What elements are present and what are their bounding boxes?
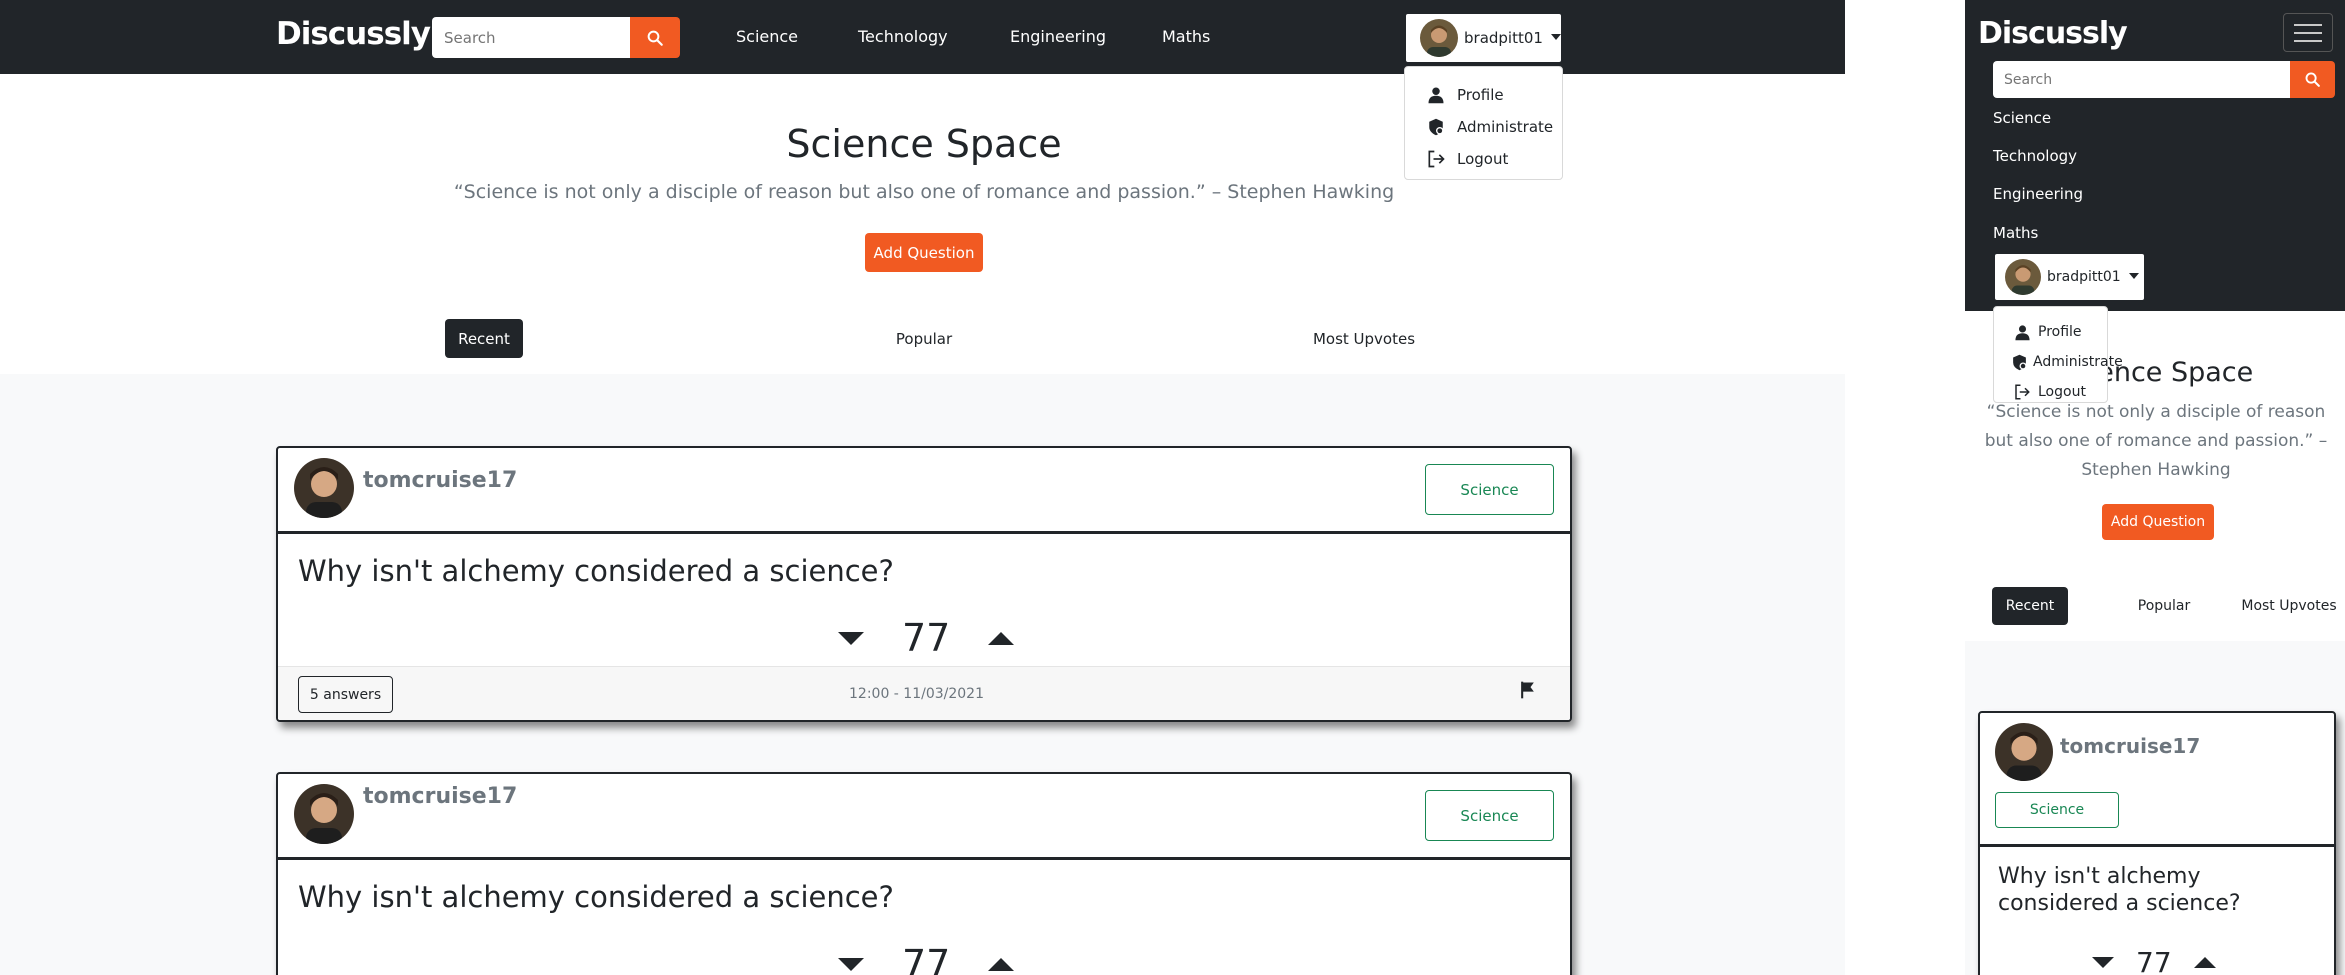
card-header: tomcruise17 Science xyxy=(1980,713,2334,847)
question-card[interactable]: tomcruise17 Science Why isn't alchemy co… xyxy=(1978,711,2336,975)
upvote-icon[interactable] xyxy=(2193,957,2216,968)
search-bar xyxy=(432,17,680,58)
question-title[interactable]: Why isn't alchemy considered a science? xyxy=(1998,863,2323,917)
search-icon xyxy=(647,30,663,46)
nav-link-technology[interactable]: Technology xyxy=(858,27,948,46)
chevron-down-icon xyxy=(2128,273,2139,279)
vote-count: 77 xyxy=(902,616,951,660)
tab-recent[interactable]: Recent xyxy=(1992,587,2068,625)
nav-link-technology[interactable]: Technology xyxy=(1993,147,2077,165)
menu-item-logout[interactable]: Logout xyxy=(1405,143,1562,175)
menu-item-label: Logout xyxy=(2038,384,2086,400)
menu-item-label: Administrate xyxy=(1457,118,1554,136)
hamburger-icon[interactable] xyxy=(2283,13,2333,52)
menu-item-label: Logout xyxy=(1457,150,1509,168)
question-title[interactable]: Why isn't alchemy considered a science? xyxy=(298,554,894,588)
avatar xyxy=(2005,259,2041,295)
person-icon xyxy=(1425,84,1447,106)
hero-section: Science Space “Science is not only a dis… xyxy=(0,74,1845,374)
vote-control: 77 xyxy=(2092,946,2216,975)
question-author[interactable]: tomcruise17 xyxy=(363,784,517,809)
brand-logo[interactable]: Discussly xyxy=(276,16,431,52)
menu-item-administrate[interactable]: Administrate xyxy=(1994,347,2123,377)
avatar xyxy=(294,458,354,518)
menu-item-label: Administrate xyxy=(2033,354,2123,370)
tab-popular[interactable]: Popular xyxy=(882,319,966,358)
category-tag-button[interactable]: Science xyxy=(1425,790,1554,841)
page-title: Science Space xyxy=(786,122,1062,166)
logout-icon xyxy=(2011,381,2033,403)
upvote-icon[interactable] xyxy=(988,631,1015,645)
question-timestamp: 12:00 - 11/03/2021 xyxy=(849,686,984,702)
question-card[interactable]: tomcruise17 Science Why isn't alchemy co… xyxy=(276,446,1572,722)
question-author[interactable]: tomcruise17 xyxy=(2060,734,2200,758)
user-dropdown-button[interactable]: bradpitt01 xyxy=(1404,12,1563,64)
tab-most-upvotes[interactable]: Most Upvotes xyxy=(1304,319,1424,358)
category-tag-button[interactable]: Science xyxy=(1995,792,2119,828)
username: bradpitt01 xyxy=(1464,29,1543,47)
card-header: tomcruise17 Science xyxy=(278,774,1570,860)
nav-link-science[interactable]: Science xyxy=(1993,109,2051,127)
mobile-view: Discussly Science Technology Engineering… xyxy=(1965,0,2345,975)
user-dropdown-button[interactable]: bradpitt01 xyxy=(1993,252,2146,302)
menu-item-logout[interactable]: Logout xyxy=(1994,377,2107,407)
nav-link-maths[interactable]: Maths xyxy=(1993,224,2038,242)
user-dropdown-menu: Profile Administrate Logout xyxy=(1993,306,2123,403)
chevron-down-icon xyxy=(1550,34,1561,40)
search-bar xyxy=(1993,61,2335,98)
add-question-button[interactable]: Add Question xyxy=(865,233,983,272)
logout-icon xyxy=(1425,148,1447,170)
add-question-button[interactable]: Add Question xyxy=(2102,504,2214,540)
page-quote: “Science is not only a disciple of reaso… xyxy=(453,181,1395,203)
nav-link-engineering[interactable]: Engineering xyxy=(1993,185,2083,203)
question-author[interactable]: tomcruise17 xyxy=(363,468,517,493)
shield-icon xyxy=(1425,116,1447,138)
menu-item-administrate[interactable]: Administrate xyxy=(1405,111,1562,143)
search-button[interactable] xyxy=(630,17,680,58)
username: bradpitt01 xyxy=(2047,269,2121,285)
nav-link-science[interactable]: Science xyxy=(736,27,798,46)
search-input[interactable] xyxy=(1993,61,2290,98)
desktop-view: Discussly Science Technology Engineering… xyxy=(0,0,1845,975)
flag-icon[interactable] xyxy=(1518,680,1538,704)
nav-link-maths[interactable]: Maths xyxy=(1162,27,1210,46)
upvote-icon[interactable] xyxy=(988,957,1015,971)
tab-recent[interactable]: Recent xyxy=(445,319,523,358)
menu-item-label: Profile xyxy=(2038,324,2082,340)
question-card[interactable]: tomcruise17 Science Why isn't alchemy co… xyxy=(276,772,1572,975)
user-dropdown-menu: Profile Administrate Logout xyxy=(1404,66,1563,180)
vote-control: 77 xyxy=(838,616,1015,660)
search-button[interactable] xyxy=(2290,61,2335,98)
card-footer: 5 answers 12:00 - 11/03/2021 xyxy=(278,666,1570,720)
navbar: Discussly Science Technology Engineering… xyxy=(0,0,1845,74)
answers-button[interactable]: 5 answers xyxy=(298,676,393,713)
menu-item-profile[interactable]: Profile xyxy=(1994,317,2107,347)
downvote-icon[interactable] xyxy=(2092,957,2114,968)
avatar xyxy=(1995,723,2053,781)
search-input[interactable] xyxy=(432,17,630,58)
category-tag-button[interactable]: Science xyxy=(1425,464,1554,515)
tab-most-upvotes[interactable]: Most Upvotes xyxy=(2237,587,2341,625)
card-header: tomcruise17 Science xyxy=(278,448,1570,534)
shield-icon xyxy=(2011,351,2028,373)
vote-control: 77 xyxy=(838,942,1015,975)
downvote-icon[interactable] xyxy=(838,957,864,971)
downvote-icon[interactable] xyxy=(838,631,864,645)
brand-logo[interactable]: Discussly xyxy=(1978,16,2128,51)
avatar xyxy=(1420,19,1458,57)
navbar: Discussly Science Technology Engineering… xyxy=(1965,0,2345,311)
question-title[interactable]: Why isn't alchemy considered a science? xyxy=(298,880,894,914)
menu-item-profile[interactable]: Profile xyxy=(1405,79,1562,111)
person-icon xyxy=(2011,321,2033,343)
avatar xyxy=(294,784,354,844)
menu-item-label: Profile xyxy=(1457,86,1504,104)
page-quote: “Science is not only a disciple of reaso… xyxy=(1984,402,2328,480)
tab-popular[interactable]: Popular xyxy=(2124,587,2204,625)
search-icon xyxy=(2305,72,2320,87)
vote-count: 77 xyxy=(902,942,951,975)
vote-count: 77 xyxy=(2136,946,2172,975)
nav-link-engineering[interactable]: Engineering xyxy=(1010,27,1106,46)
